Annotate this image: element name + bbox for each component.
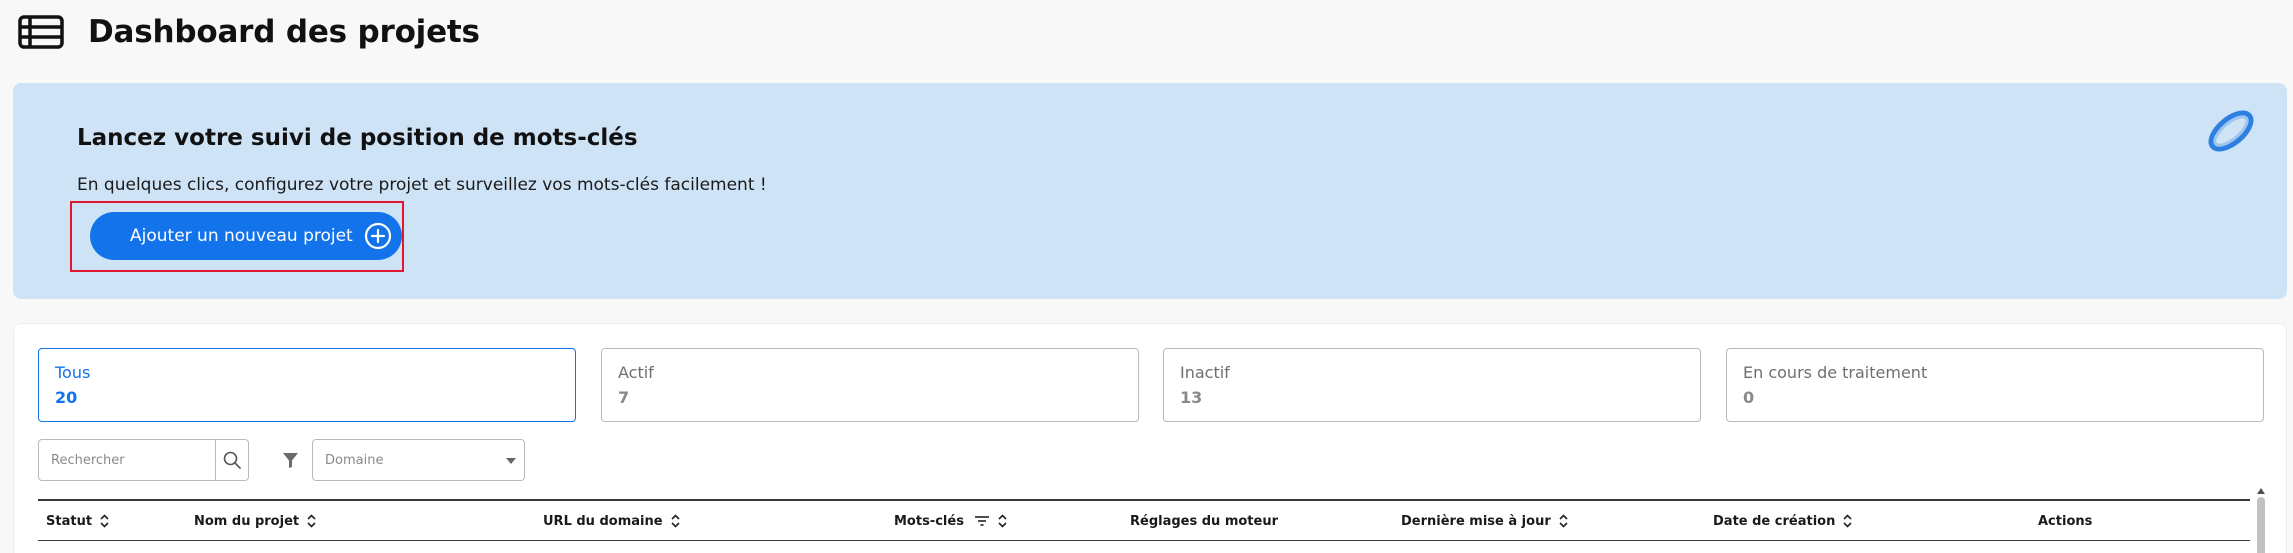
onboarding-banner: Lancez votre suivi de position de mots-c… xyxy=(13,83,2287,299)
filter-funnel-icon[interactable] xyxy=(282,452,299,469)
stat-card-active[interactable]: Actif 7 xyxy=(601,348,1139,422)
column-header-label: Mots-clés xyxy=(894,513,964,529)
column-header-label: URL du domaine xyxy=(543,513,663,529)
brand-logo-icon xyxy=(2208,110,2254,152)
stat-card-processing[interactable]: En cours de traitement 0 xyxy=(1726,348,2264,422)
sort-icon xyxy=(100,514,109,528)
caret-down-icon xyxy=(506,458,516,464)
domain-select[interactable]: Domaine xyxy=(312,439,525,481)
stat-card-label: Tous xyxy=(55,363,91,382)
stat-card-count: 13 xyxy=(1180,388,1203,407)
column-header-actions: Actions xyxy=(2038,501,2092,541)
banner-title: Lancez votre suivi de position de mots-c… xyxy=(77,125,638,151)
stat-card-label: Inactif xyxy=(1180,363,1230,382)
page-header: Dashboard des projets xyxy=(18,10,480,54)
stat-card-inactive[interactable]: Inactif 13 xyxy=(1163,348,1701,422)
sort-icon xyxy=(1559,514,1568,528)
column-header-engine-settings: Réglages du moteur xyxy=(1130,501,1278,541)
add-project-button[interactable]: Ajouter un nouveau projet xyxy=(90,212,402,260)
column-header-label: Dernière mise à jour xyxy=(1401,513,1551,529)
column-header-label: Réglages du moteur xyxy=(1130,513,1279,529)
column-header-domain-url[interactable]: URL du domaine xyxy=(543,501,680,541)
sort-icon xyxy=(998,514,1007,528)
sort-icon xyxy=(1843,514,1852,528)
filter-lines-icon[interactable] xyxy=(974,515,990,527)
sort-icon xyxy=(670,514,680,528)
search-button[interactable] xyxy=(215,440,248,480)
column-header-creation-date[interactable]: Date de création xyxy=(1713,501,1852,541)
table-header: Statut Nom du projet URL du domaine Mots… xyxy=(38,499,2250,541)
domain-select-value: Domaine xyxy=(325,452,384,468)
projects-panel: Tous 20 Actif 7 Inactif 13 En cours de t… xyxy=(13,323,2287,553)
column-header-last-update[interactable]: Dernière mise à jour xyxy=(1401,501,1568,541)
column-header-status[interactable]: Statut xyxy=(46,501,109,541)
column-header-project-name[interactable]: Nom du projet xyxy=(194,501,316,541)
column-header-keywords[interactable]: Mots-clés xyxy=(894,501,1007,541)
list-menu-icon[interactable] xyxy=(18,15,64,49)
table-scrollbar[interactable] xyxy=(2256,487,2266,553)
page-title: Dashboard des projets xyxy=(88,14,480,50)
column-header-label: Statut xyxy=(46,513,93,529)
sort-icon xyxy=(307,514,316,528)
scroll-up-arrow-icon[interactable] xyxy=(2256,487,2266,495)
banner-subtitle: En quelques clics, configurez votre proj… xyxy=(77,175,767,195)
column-header-label: Actions xyxy=(2038,513,2093,529)
plus-circle-icon xyxy=(364,222,392,250)
scrollbar-thumb[interactable] xyxy=(2257,497,2265,553)
stat-card-count: 20 xyxy=(55,388,78,407)
stat-card-count: 0 xyxy=(1743,388,1755,407)
column-header-label: Date de création xyxy=(1713,513,1836,529)
stat-card-label: En cours de traitement xyxy=(1743,363,1928,382)
search-box xyxy=(38,439,249,481)
search-icon xyxy=(223,451,241,469)
stat-card-count: 7 xyxy=(618,388,630,407)
add-project-button-label: Ajouter un nouveau projet xyxy=(130,226,353,246)
stat-card-label: Actif xyxy=(618,363,654,382)
stat-card-all[interactable]: Tous 20 xyxy=(38,348,576,422)
column-header-label: Nom du projet xyxy=(194,513,300,529)
search-input[interactable] xyxy=(39,440,215,480)
